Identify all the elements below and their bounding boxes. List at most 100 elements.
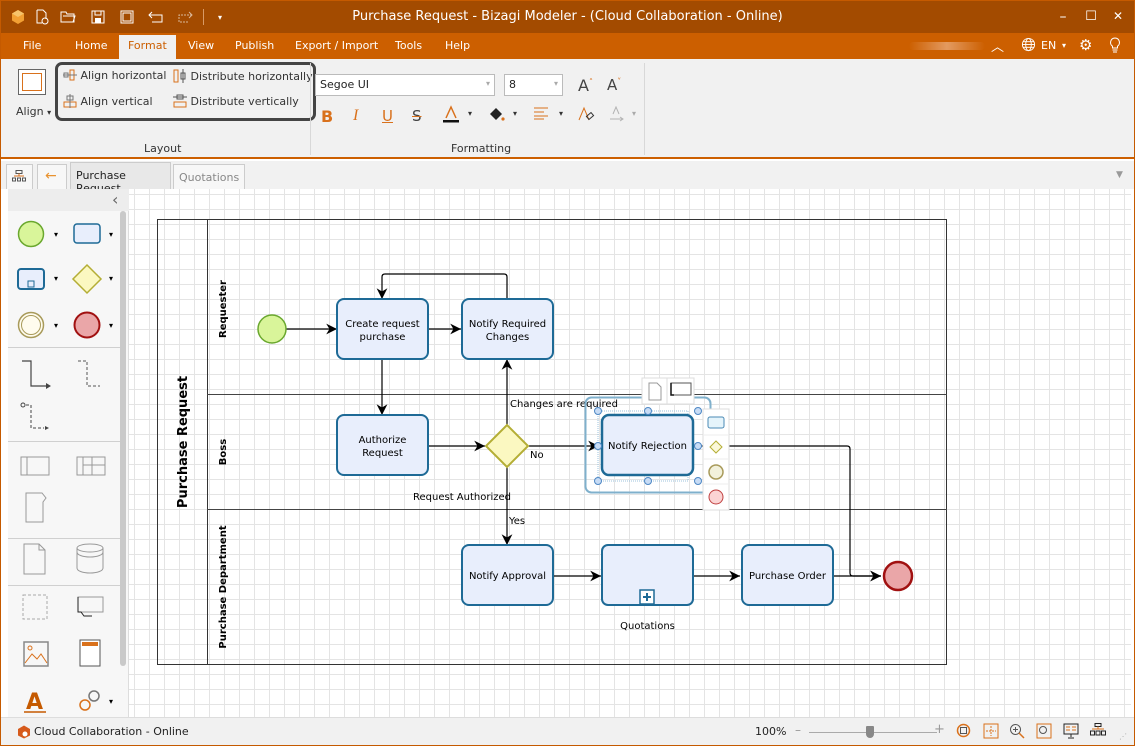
bold-button[interactable]: B xyxy=(321,107,333,126)
menu-format[interactable]: Format xyxy=(119,35,176,59)
palette-custom-shapes[interactable]: ▾ xyxy=(79,690,113,711)
text-direction-button[interactable] xyxy=(609,105,625,125)
add-data-object-icon[interactable] xyxy=(648,382,662,401)
align-large-icon[interactable] xyxy=(18,69,46,95)
fit-to-screen-icon[interactable] xyxy=(956,723,972,742)
font-family-select[interactable]: Segoe UI ▾ xyxy=(315,74,495,96)
palette-start-event[interactable]: ▾ xyxy=(17,220,59,248)
font-color-dropdown-icon[interactable]: ▾ xyxy=(468,109,472,118)
palette-header[interactable] xyxy=(79,639,101,667)
menu-home[interactable]: Home xyxy=(75,39,107,52)
palette-pool[interactable] xyxy=(20,456,50,476)
maximize-button[interactable]: ☐ xyxy=(1081,9,1101,27)
palette-image[interactable] xyxy=(23,641,49,667)
settings-gear-icon[interactable]: ⚙ xyxy=(1079,36,1092,54)
add-end-event-icon[interactable] xyxy=(708,489,724,505)
italic-button[interactable]: I xyxy=(353,107,358,125)
zoom-in-magnifier-icon[interactable] xyxy=(1009,723,1025,742)
add-annotation-icon[interactable] xyxy=(670,382,692,396)
zoom-area-icon[interactable] xyxy=(1036,723,1052,742)
distribute-horizontally-button[interactable]: Distribute horizontally xyxy=(173,69,313,83)
palette-annotation[interactable] xyxy=(77,596,104,617)
underline-button[interactable]: U xyxy=(382,107,393,125)
palette-gateway[interactable]: ▾ xyxy=(71,263,113,295)
text-align-button[interactable] xyxy=(533,106,549,123)
center-view-icon[interactable] xyxy=(983,723,999,742)
zoom-in-button[interactable]: + xyxy=(934,722,945,737)
palette-message-flow[interactable] xyxy=(78,360,100,387)
end-event[interactable] xyxy=(882,560,914,592)
back-button[interactable]: ← xyxy=(37,164,67,189)
align-dropdown[interactable]: Align ▾ xyxy=(16,105,51,118)
palette-divider xyxy=(8,347,120,348)
palette-header xyxy=(8,189,129,211)
palette-data-object[interactable] xyxy=(23,543,46,575)
task-authorize-request[interactable]: Authorize Request xyxy=(336,414,429,476)
palette-scrollbar[interactable] xyxy=(120,211,126,666)
palette-group[interactable] xyxy=(22,594,48,620)
decrease-font-size-icon[interactable]: A˅ xyxy=(607,76,621,94)
close-button[interactable]: ✕ xyxy=(1108,9,1128,27)
lightbulb-icon[interactable] xyxy=(1109,37,1121,56)
zoom-slider-thumb[interactable] xyxy=(866,726,874,738)
menu-view[interactable]: View xyxy=(188,39,214,52)
tab-purchase-request[interactable]: Purchase Request xyxy=(70,162,171,195)
zoom-out-button[interactable]: – xyxy=(795,723,801,737)
palette-association[interactable] xyxy=(20,402,49,430)
palette-subprocess[interactable]: ▾ xyxy=(17,268,58,290)
globe-icon[interactable] xyxy=(1021,37,1036,55)
palette-intermediate-event[interactable]: ▾ xyxy=(17,311,59,339)
tabs-overflow-dropdown-icon[interactable]: ▼ xyxy=(1116,170,1123,180)
text-direction-dropdown-icon[interactable]: ▾ xyxy=(632,109,636,118)
diagram-canvas[interactable]: Purchase Request Requester Boss Purchase… xyxy=(129,189,1131,717)
menu-file[interactable]: File xyxy=(23,39,41,52)
task-create-request-purchase[interactable]: Create request purchase xyxy=(336,298,429,360)
tab-quotations[interactable]: Quotations xyxy=(173,164,245,189)
font-size-select[interactable]: 8 ▾ xyxy=(504,74,563,96)
menu-help[interactable]: Help xyxy=(445,39,470,52)
collapse-ribbon-icon[interactable]: ︿ xyxy=(991,36,1004,55)
exclusive-gateway[interactable] xyxy=(484,423,530,469)
align-vertical-button[interactable]: Align vertical xyxy=(63,94,153,108)
menu-publish[interactable]: Publish xyxy=(235,39,274,52)
palette-milestone[interactable] xyxy=(25,492,47,523)
menu-export-import[interactable]: Export / Import xyxy=(295,39,378,52)
distribute-vertically-button[interactable]: Distribute vertically xyxy=(173,94,299,108)
diagram-map-button[interactable] xyxy=(6,164,33,189)
task-notify-approval[interactable]: Notify Approval xyxy=(461,544,554,606)
subprocess-quotations[interactable]: Quotations xyxy=(601,544,694,632)
text-align-dropdown-icon[interactable]: ▾ xyxy=(559,109,563,118)
resize-grip[interactable]: ⋰ xyxy=(1119,732,1127,741)
fill-color-dropdown-icon[interactable]: ▾ xyxy=(513,109,517,118)
task-notify-required-changes[interactable]: Notify Required Changes xyxy=(461,298,554,360)
add-intermediate-event-icon[interactable] xyxy=(708,464,724,480)
minimize-button[interactable]: – xyxy=(1053,9,1073,27)
svg-text:▾: ▾ xyxy=(109,321,113,330)
fill-bucket-icon xyxy=(490,108,505,121)
presentation-icon[interactable] xyxy=(1063,723,1079,742)
menu-tools[interactable]: Tools xyxy=(395,39,422,52)
palette-text[interactable]: A xyxy=(24,690,46,715)
align-horizontal-button[interactable]: Align horizontal xyxy=(63,69,166,82)
language-dropdown-icon[interactable]: ▾ xyxy=(1062,41,1066,50)
task-notify-rejection[interactable]: Notify Rejection xyxy=(600,413,695,477)
strikethrough-button[interactable]: S xyxy=(412,107,422,125)
palette-task[interactable]: ▾ xyxy=(73,223,113,244)
palette-lane-grid[interactable] xyxy=(76,456,106,476)
fill-color-button[interactable] xyxy=(488,106,506,125)
align-horizontal-icon xyxy=(63,69,77,81)
increase-font-size-icon[interactable]: A˄ xyxy=(578,76,593,95)
language-selector[interactable]: EN xyxy=(1041,39,1056,52)
align-text-icon xyxy=(534,107,548,120)
palette-data-store[interactable] xyxy=(76,543,104,574)
task-purchase-order[interactable]: Purchase Order xyxy=(741,544,834,606)
collapse-palette-icon[interactable]: ‹ xyxy=(112,190,118,209)
context-toolbar-side xyxy=(702,408,730,511)
add-task-icon[interactable] xyxy=(707,416,725,429)
palette-sequence-flow[interactable] xyxy=(22,360,51,389)
font-color-button[interactable] xyxy=(441,105,461,126)
palette-end-event[interactable]: ▾ xyxy=(73,311,114,339)
clear-format-button[interactable] xyxy=(577,106,595,125)
start-event[interactable] xyxy=(257,314,287,344)
diagram-map-icon[interactable] xyxy=(1090,723,1106,740)
